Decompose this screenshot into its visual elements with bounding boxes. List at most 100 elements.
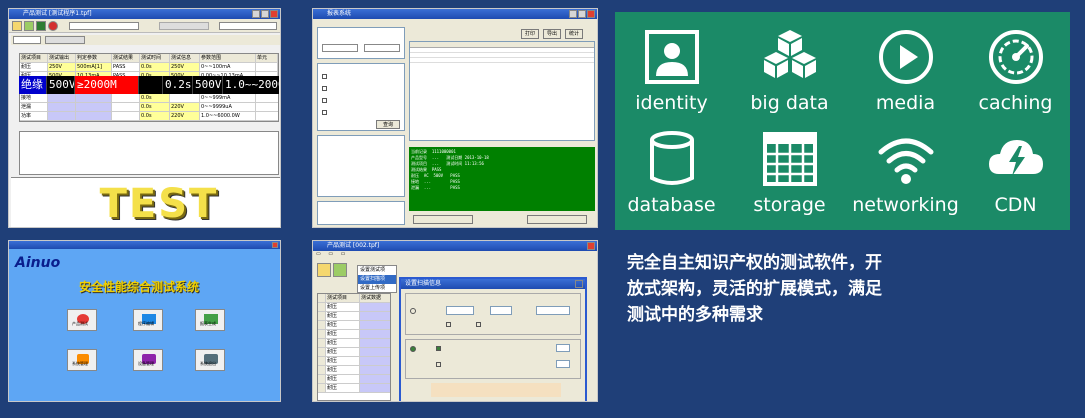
minimize-button[interactable] bbox=[569, 10, 577, 18]
menu-item-scan-settings[interactable]: 设置扫描项 bbox=[358, 275, 396, 284]
barcode-checkbox[interactable] bbox=[436, 346, 441, 351]
active-test-row[interactable]: 绝缘 500V ≥2000M 0.2s 500V 1.0~~2000. bbox=[19, 76, 279, 94]
open-icon[interactable] bbox=[12, 21, 22, 31]
test-items-table: 测试项目 测试数据 耐压 耐压 耐压 耐压 耐压 耐压 耐压 耐压 耐压 耐压 bbox=[317, 293, 391, 401]
start-date-input[interactable] bbox=[322, 44, 358, 52]
feature-label: storage bbox=[753, 194, 826, 216]
query-button[interactable]: 查询 bbox=[376, 120, 400, 129]
grid-header: 参数范围 bbox=[200, 54, 256, 62]
prefix-input[interactable] bbox=[446, 306, 474, 315]
window-titlebar: 报表系统 bbox=[313, 9, 597, 19]
menu-item[interactable]: ▭ bbox=[341, 251, 346, 257]
system-exit-button[interactable] bbox=[195, 349, 225, 371]
menu-item-test-settings[interactable]: 设置测试项 bbox=[358, 266, 396, 275]
screenshot-scan-settings: 产品测试 [002.tpf] ▭ ▭ ▭ 设置测试项 设置扫描项 设置上传项 测… bbox=[312, 240, 598, 402]
menu-item-upload-settings[interactable]: 设置上传项 bbox=[358, 284, 396, 293]
close-button[interactable] bbox=[270, 10, 278, 18]
maximize-button[interactable] bbox=[261, 10, 269, 18]
toolbar bbox=[9, 19, 280, 33]
table-row[interactable]: 耐压 bbox=[318, 357, 390, 366]
table-row[interactable]: 耐压 bbox=[318, 330, 390, 339]
filter-checkbox[interactable] bbox=[322, 74, 327, 79]
table-row[interactable]: 耐压 bbox=[318, 375, 390, 384]
grid-cell: 接地 bbox=[20, 94, 48, 102]
number-input[interactable] bbox=[490, 306, 512, 315]
filter-checkbox[interactable] bbox=[322, 86, 327, 91]
option-checkbox[interactable] bbox=[159, 22, 209, 30]
close-button[interactable] bbox=[272, 242, 278, 248]
product-model-input[interactable] bbox=[219, 22, 277, 30]
table-row[interactable]: 耐压 bbox=[318, 339, 390, 348]
table-row[interactable]: 接地 0.0s 0~~999mA bbox=[20, 94, 278, 103]
product-number-input[interactable] bbox=[69, 22, 139, 30]
suffix-input[interactable] bbox=[536, 306, 570, 315]
open-icon[interactable] bbox=[317, 263, 331, 277]
end-date-input[interactable] bbox=[364, 44, 400, 52]
barcode-input-radio[interactable] bbox=[410, 346, 416, 352]
grid-header-row: 测试项目 测试输出 判定参数 测试结果 测试时间 测试信息 参数范围 单元 bbox=[20, 54, 278, 63]
product-test-button[interactable] bbox=[67, 309, 97, 331]
feature-label: big data bbox=[750, 92, 829, 114]
close-button[interactable] bbox=[587, 242, 595, 250]
system-manage-button[interactable] bbox=[67, 349, 97, 371]
table-row[interactable]: 耐压 bbox=[318, 348, 390, 357]
table-row[interactable]: 功率 0.0s 220V 1.0~~6000.0W bbox=[20, 112, 278, 121]
table-row[interactable]: 耐压 bbox=[318, 384, 390, 393]
table-row[interactable]: 耐压 250V 500mA[1] PASS 0.0s 250V 0~~100mA bbox=[20, 63, 278, 72]
menu-item[interactable]: ▭ bbox=[316, 251, 321, 257]
save-icon[interactable] bbox=[24, 21, 34, 31]
grid-header: 判定参数 bbox=[76, 54, 112, 62]
table-row[interactable] bbox=[410, 58, 594, 63]
tab-test[interactable] bbox=[13, 36, 41, 44]
test-banner: TEST bbox=[99, 181, 219, 227]
filter-checkbox[interactable] bbox=[322, 98, 327, 103]
start-icon[interactable] bbox=[36, 21, 46, 31]
menu-item[interactable]: ▭ bbox=[328, 251, 333, 257]
table-row[interactable]: 耐压 bbox=[318, 366, 390, 375]
table-row[interactable]: 耐压 bbox=[318, 312, 390, 321]
program-edit-button[interactable] bbox=[133, 309, 163, 331]
auto-number-radio[interactable] bbox=[410, 308, 416, 314]
option-checkbox[interactable] bbox=[446, 322, 451, 327]
statistics-panel bbox=[317, 135, 405, 197]
stop-icon[interactable] bbox=[48, 21, 58, 31]
grid-cell bbox=[48, 94, 76, 102]
statistics-button[interactable]: 统计 bbox=[565, 29, 583, 39]
grid-cell bbox=[76, 94, 112, 102]
grid-cell bbox=[48, 103, 76, 111]
tab-data[interactable] bbox=[45, 36, 85, 44]
minimize-button[interactable] bbox=[252, 10, 260, 18]
report-generate-label: 报表生成 bbox=[200, 321, 216, 326]
filter-checkbox[interactable] bbox=[322, 110, 327, 115]
brand-logo: Ainuo bbox=[15, 255, 61, 271]
barcode-length-input[interactable] bbox=[556, 344, 570, 352]
scan-settings-dialog: 设置扫描信息 bbox=[399, 277, 587, 401]
barcode-length-input-2[interactable] bbox=[556, 360, 570, 368]
active-test-time: 0.2s bbox=[163, 76, 193, 94]
close-button[interactable] bbox=[587, 10, 595, 18]
device-manage-button[interactable] bbox=[133, 349, 163, 371]
grid-header: 单元 bbox=[256, 54, 278, 62]
window-titlebar: 产品测试 [测试程序1.tpf] bbox=[9, 9, 280, 19]
screenshot-main-menu: Ainuo 安全性能综合测试系统 产品测试 程序编辑 报表生成 系统管理 设备管… bbox=[8, 240, 281, 402]
caching-icon bbox=[988, 30, 1043, 84]
option-checkbox[interactable] bbox=[476, 322, 481, 327]
print-button[interactable]: 打印 bbox=[521, 29, 539, 39]
grid-cell: 250V bbox=[170, 63, 200, 71]
auto-barcode-checkbox[interactable] bbox=[436, 362, 441, 367]
save-icon[interactable] bbox=[333, 263, 347, 277]
print-current-button[interactable] bbox=[413, 215, 473, 224]
cdn-icon bbox=[988, 140, 1043, 176]
empty-grid-area bbox=[19, 131, 279, 175]
table-row[interactable]: 耐压 bbox=[318, 303, 390, 312]
report-generate-button[interactable] bbox=[195, 309, 225, 331]
settings-dropdown-menu: 设置测试项 设置扫描项 设置上传项 bbox=[357, 265, 397, 293]
maximize-button[interactable] bbox=[578, 10, 586, 18]
export-button[interactable]: 导出 bbox=[543, 29, 561, 39]
delete-current-button[interactable] bbox=[527, 215, 587, 224]
dialog-close-button[interactable] bbox=[575, 280, 583, 288]
feature-networking: networking bbox=[849, 130, 962, 216]
feature-caching: caching bbox=[959, 28, 1072, 114]
table-row[interactable]: 泄漏 0.0s 220V 0~~9999uA bbox=[20, 103, 278, 112]
table-row[interactable]: 耐压 bbox=[318, 321, 390, 330]
